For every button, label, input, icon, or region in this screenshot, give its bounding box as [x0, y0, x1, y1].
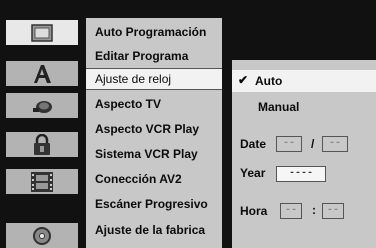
year-field[interactable]: ----	[276, 166, 326, 182]
audio-icon	[33, 100, 52, 113]
menu-item-ajuste-de-reloj[interactable]: Ajuste de reloj	[86, 68, 222, 90]
audio-category[interactable]	[6, 93, 78, 118]
language-icon	[34, 64, 51, 83]
disc-category[interactable]	[6, 223, 78, 248]
disc-icon	[33, 226, 51, 245]
hora-minute-field[interactable]: --	[322, 203, 344, 219]
setup-icon	[31, 23, 53, 42]
film-icon	[31, 171, 53, 192]
menu-item-aspecto-vcr-play[interactable]: Aspecto VCR Play	[86, 118, 222, 140]
setup-menu: Auto Programación Editar Programa Ajuste…	[86, 18, 222, 248]
lock-icon	[34, 133, 50, 155]
hora-label: Hora	[240, 204, 268, 218]
language-category[interactable]	[6, 61, 78, 86]
menu-item-escaner-progresivo[interactable]: Escáner Progresivo	[86, 193, 222, 215]
hora-separator: :	[312, 203, 316, 217]
setup-category[interactable]	[6, 20, 78, 45]
film-category[interactable]	[6, 169, 78, 194]
menu-item-sistema-vcr-play[interactable]: Sistema VCR Play	[86, 143, 222, 165]
menu-item-coneccion-av2[interactable]: Conección AV2	[86, 168, 222, 190]
osd-screen: Auto Programación Editar Programa Ajuste…	[0, 0, 376, 248]
menu-item-editar-programa[interactable]: Editar Programa	[86, 45, 222, 67]
menu-item-aspecto-tv[interactable]: Aspecto TV	[86, 93, 222, 115]
date-separator: /	[311, 137, 315, 151]
category-icon-column	[0, 0, 86, 248]
option-auto-row[interactable]	[232, 70, 376, 92]
year-label: Year	[240, 166, 266, 180]
option-auto[interactable]: Auto	[255, 74, 282, 88]
lock-category[interactable]	[6, 132, 78, 157]
checkmark-icon: ✔	[238, 73, 249, 87]
option-manual[interactable]: Manual	[258, 100, 299, 114]
menu-item-ajuste-de-la-fabrica[interactable]: Ajuste de la fabrica	[86, 219, 222, 241]
hora-hour-field[interactable]: --	[280, 203, 302, 219]
date-day-field[interactable]: --	[276, 136, 302, 152]
date-label: Date	[240, 137, 267, 151]
date-month-field[interactable]: --	[322, 136, 348, 152]
menu-item-auto-programacion[interactable]: Auto Programación	[86, 21, 222, 43]
